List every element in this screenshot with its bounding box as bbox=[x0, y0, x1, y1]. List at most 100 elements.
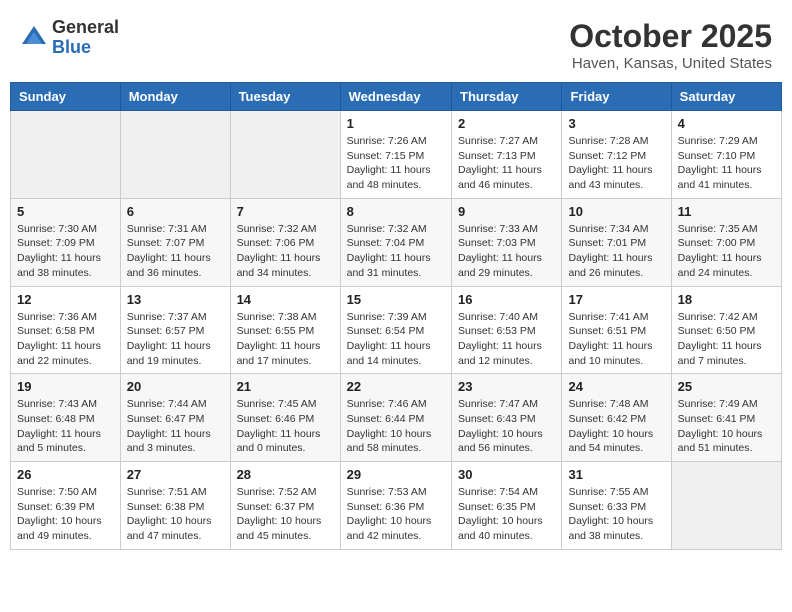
day-number: 12 bbox=[17, 292, 114, 307]
day-info: Sunrise: 7:39 AM Sunset: 6:54 PM Dayligh… bbox=[347, 310, 445, 369]
calendar-cell: 29 Sunrise: 7:53 AM Sunset: 6:36 PM Dayli… bbox=[340, 462, 451, 550]
calendar-week-row: 1 Sunrise: 7:26 AM Sunset: 7:15 PM Daylig… bbox=[11, 111, 782, 199]
day-number: 19 bbox=[17, 379, 114, 394]
day-number: 20 bbox=[127, 379, 224, 394]
day-number: 6 bbox=[127, 204, 224, 219]
month-title: October 2025 bbox=[569, 18, 772, 55]
day-number: 13 bbox=[127, 292, 224, 307]
day-number: 2 bbox=[458, 116, 555, 131]
day-info: Sunrise: 7:26 AM Sunset: 7:15 PM Dayligh… bbox=[347, 134, 445, 193]
calendar-cell: 30Sunrise: 7:54 AM Sunset: 6:35 PM Dayli… bbox=[452, 462, 562, 550]
day-info: Sunrise: 7:46 AM Sunset: 6:44 PM Dayligh… bbox=[347, 397, 445, 456]
day-number: 24 bbox=[568, 379, 664, 394]
calendar-cell: 20 Sunrise: 7:44 AM Sunset: 6:47 PM Dayli… bbox=[120, 374, 230, 462]
calendar-cell bbox=[11, 111, 121, 199]
day-info: Sunrise: 7:55 AM Sunset: 6:33 PM Dayligh… bbox=[568, 485, 664, 544]
day-info: Sunrise: 7:35 AM Sunset: 7:00 PM Dayligh… bbox=[678, 222, 775, 281]
calendar-cell bbox=[120, 111, 230, 199]
day-number: 25 bbox=[678, 379, 775, 394]
day-info: Sunrise: 7:38 AM Sunset: 6:55 PM Dayligh… bbox=[237, 310, 334, 369]
calendar-week-row: 5Sunrise: 7:30 AM Sunset: 7:09 PM Daylig… bbox=[11, 198, 782, 286]
calendar-week-row: 26 Sunrise: 7:50 AM Sunset: 6:39 PM Dayli… bbox=[11, 462, 782, 550]
day-number: 1 bbox=[347, 116, 445, 131]
day-info: Sunrise: 7:50 AM Sunset: 6:39 PM Dayligh… bbox=[17, 485, 114, 544]
calendar-cell: 24 Sunrise: 7:48 AM Sunset: 6:42 PM Dayli… bbox=[562, 374, 671, 462]
calendar-header-row: SundayMondayTuesdayWednesdayThursdayFrid… bbox=[11, 83, 782, 111]
calendar-cell: 27Sunrise: 7:51 AM Sunset: 6:38 PM Dayli… bbox=[120, 462, 230, 550]
calendar-cell: 11 Sunrise: 7:35 AM Sunset: 7:00 PM Dayli… bbox=[671, 198, 781, 286]
calendar-cell: 16 Sunrise: 7:40 AM Sunset: 6:53 PM Dayli… bbox=[452, 286, 562, 374]
day-number: 16 bbox=[458, 292, 555, 307]
weekday-header: Monday bbox=[120, 83, 230, 111]
day-number: 21 bbox=[237, 379, 334, 394]
logo-icon bbox=[20, 24, 48, 52]
day-number: 18 bbox=[678, 292, 775, 307]
day-info: Sunrise: 7:52 AM Sunset: 6:37 PM Dayligh… bbox=[237, 485, 334, 544]
day-number: 8 bbox=[347, 204, 445, 219]
day-number: 26 bbox=[17, 467, 114, 482]
day-info: Sunrise: 7:36 AM Sunset: 6:58 PM Dayligh… bbox=[17, 310, 114, 369]
day-number: 5 bbox=[17, 204, 114, 219]
weekday-header: Saturday bbox=[671, 83, 781, 111]
logo: General Blue bbox=[20, 18, 119, 58]
day-info: Sunrise: 7:34 AM Sunset: 7:01 PM Dayligh… bbox=[568, 222, 664, 281]
day-info: Sunrise: 7:53 AM Sunset: 6:36 PM Dayligh… bbox=[347, 485, 445, 544]
day-info: Sunrise: 7:43 AM Sunset: 6:48 PM Dayligh… bbox=[17, 397, 114, 456]
day-info: Sunrise: 7:44 AM Sunset: 6:47 PM Dayligh… bbox=[127, 397, 224, 456]
day-info: Sunrise: 7:32 AM Sunset: 7:04 PM Dayligh… bbox=[347, 222, 445, 281]
day-number: 22 bbox=[347, 379, 445, 394]
calendar-cell: 26 Sunrise: 7:50 AM Sunset: 6:39 PM Dayli… bbox=[11, 462, 121, 550]
page-header: General Blue October 2025 Haven, Kansas,… bbox=[10, 10, 782, 82]
day-info: Sunrise: 7:47 AM Sunset: 6:43 PM Dayligh… bbox=[458, 397, 555, 456]
calendar-cell: 6Sunrise: 7:31 AM Sunset: 7:07 PM Daylig… bbox=[120, 198, 230, 286]
weekday-header: Wednesday bbox=[340, 83, 451, 111]
day-info: Sunrise: 7:28 AM Sunset: 7:12 PM Dayligh… bbox=[568, 134, 664, 193]
calendar-cell: 12 Sunrise: 7:36 AM Sunset: 6:58 PM Dayli… bbox=[11, 286, 121, 374]
day-info: Sunrise: 7:49 AM Sunset: 6:41 PM Dayligh… bbox=[678, 397, 775, 456]
day-number: 11 bbox=[678, 204, 775, 219]
day-number: 10 bbox=[568, 204, 664, 219]
calendar-week-row: 12 Sunrise: 7:36 AM Sunset: 6:58 PM Dayli… bbox=[11, 286, 782, 374]
calendar-cell: 7 Sunrise: 7:32 AM Sunset: 7:06 PM Daylig… bbox=[230, 198, 340, 286]
day-number: 31 bbox=[568, 467, 664, 482]
location-text: Haven, Kansas, United States bbox=[569, 55, 772, 72]
title-section: October 2025 Haven, Kansas, United State… bbox=[569, 18, 772, 72]
weekday-header: Tuesday bbox=[230, 83, 340, 111]
calendar-cell: 25 Sunrise: 7:49 AM Sunset: 6:41 PM Dayli… bbox=[671, 374, 781, 462]
day-number: 7 bbox=[237, 204, 334, 219]
day-info: Sunrise: 7:45 AM Sunset: 6:46 PM Dayligh… bbox=[237, 397, 334, 456]
day-info: Sunrise: 7:42 AM Sunset: 6:50 PM Dayligh… bbox=[678, 310, 775, 369]
calendar-cell: 21 Sunrise: 7:45 AM Sunset: 6:46 PM Dayli… bbox=[230, 374, 340, 462]
calendar-week-row: 19 Sunrise: 7:43 AM Sunset: 6:48 PM Dayli… bbox=[11, 374, 782, 462]
calendar-cell: 1 Sunrise: 7:26 AM Sunset: 7:15 PM Daylig… bbox=[340, 111, 451, 199]
calendar-cell: 28 Sunrise: 7:52 AM Sunset: 6:37 PM Dayli… bbox=[230, 462, 340, 550]
day-number: 17 bbox=[568, 292, 664, 307]
day-number: 14 bbox=[237, 292, 334, 307]
calendar-cell: 15 Sunrise: 7:39 AM Sunset: 6:54 PM Dayli… bbox=[340, 286, 451, 374]
day-info: Sunrise: 7:37 AM Sunset: 6:57 PM Dayligh… bbox=[127, 310, 224, 369]
calendar-cell: 31 Sunrise: 7:55 AM Sunset: 6:33 PM Dayli… bbox=[562, 462, 671, 550]
weekday-header: Friday bbox=[562, 83, 671, 111]
calendar-cell: 18 Sunrise: 7:42 AM Sunset: 6:50 PM Dayli… bbox=[671, 286, 781, 374]
day-info: Sunrise: 7:33 AM Sunset: 7:03 PM Dayligh… bbox=[458, 222, 555, 281]
day-number: 28 bbox=[237, 467, 334, 482]
day-info: Sunrise: 7:32 AM Sunset: 7:06 PM Dayligh… bbox=[237, 222, 334, 281]
logo-blue-text: Blue bbox=[52, 38, 119, 58]
day-number: 15 bbox=[347, 292, 445, 307]
day-info: Sunrise: 7:40 AM Sunset: 6:53 PM Dayligh… bbox=[458, 310, 555, 369]
calendar-cell: 2Sunrise: 7:27 AM Sunset: 7:13 PM Daylig… bbox=[452, 111, 562, 199]
calendar-cell: 22 Sunrise: 7:46 AM Sunset: 6:44 PM Dayli… bbox=[340, 374, 451, 462]
calendar-cell: 10 Sunrise: 7:34 AM Sunset: 7:01 PM Dayli… bbox=[562, 198, 671, 286]
calendar-table: SundayMondayTuesdayWednesdayThursdayFrid… bbox=[10, 82, 782, 550]
calendar-cell bbox=[230, 111, 340, 199]
logo-general-text: General bbox=[52, 18, 119, 38]
calendar-cell: 23Sunrise: 7:47 AM Sunset: 6:43 PM Dayli… bbox=[452, 374, 562, 462]
day-number: 3 bbox=[568, 116, 664, 131]
weekday-header: Sunday bbox=[11, 83, 121, 111]
day-number: 29 bbox=[347, 467, 445, 482]
day-info: Sunrise: 7:48 AM Sunset: 6:42 PM Dayligh… bbox=[568, 397, 664, 456]
calendar-cell: 3 Sunrise: 7:28 AM Sunset: 7:12 PM Daylig… bbox=[562, 111, 671, 199]
day-info: Sunrise: 7:29 AM Sunset: 7:10 PM Dayligh… bbox=[678, 134, 775, 193]
calendar-cell: 8 Sunrise: 7:32 AM Sunset: 7:04 PM Daylig… bbox=[340, 198, 451, 286]
calendar-cell: 14 Sunrise: 7:38 AM Sunset: 6:55 PM Dayli… bbox=[230, 286, 340, 374]
